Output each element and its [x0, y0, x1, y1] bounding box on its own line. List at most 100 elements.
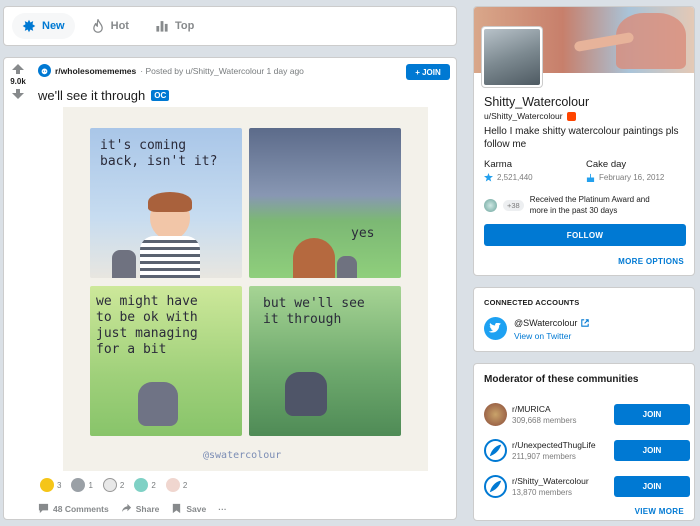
award-gold-icon	[40, 478, 54, 492]
save-button[interactable]: Save	[171, 503, 206, 514]
snoo-badge-icon	[566, 111, 576, 121]
moderator-card: Moderator of these communities r/MURICA …	[473, 363, 695, 521]
comic-panel-2: yes	[249, 128, 401, 278]
mod-community-members: 211,907 members	[512, 452, 576, 461]
comic-panel-4-text: but we'll see it through	[263, 296, 365, 327]
share-icon	[121, 503, 131, 513]
mod-community-name[interactable]: r/UnexpectedThugLife	[512, 440, 596, 450]
cakeday-value-text: February 16, 2012	[599, 173, 665, 182]
upvote-icon[interactable]	[12, 64, 24, 74]
comic-panel-3: we might have to be ok with just managin…	[90, 286, 242, 436]
connected-accounts-card: CONNECTED ACCOUNTS @SWatercolour View on…	[473, 287, 695, 352]
trophy-more-count: +38	[503, 199, 524, 211]
bar-chart-icon	[156, 21, 168, 32]
post-image[interactable]: it's coming back, isn't it? yes we might…	[63, 107, 428, 471]
profile-display-name: Shitty_Watercolour	[484, 95, 590, 109]
burst-icon	[22, 19, 36, 33]
award-5[interactable]: 2	[165, 478, 188, 492]
bookmark-icon	[173, 503, 181, 514]
profile-username-text: u/Shitty_Watercolour	[484, 111, 563, 121]
sort-bar: New Hot Top	[3, 6, 457, 46]
trophy-row[interactable]: +38 Received the Platinum Award and more…	[484, 194, 670, 216]
twitter-handle[interactable]: @SWatercolour	[514, 318, 590, 328]
view-on-twitter-link[interactable]: View on Twitter	[514, 331, 571, 341]
award-2[interactable]: 1	[71, 478, 93, 492]
mod-join-button[interactable]: JOIN	[614, 476, 690, 497]
shitty-watercolour-icon[interactable]	[484, 475, 507, 498]
cat-sitting	[138, 382, 178, 426]
profile-username: u/Shitty_Watercolour	[484, 111, 576, 121]
award-5-icon	[165, 478, 180, 492]
subreddit-link[interactable]: r/wholesomememes	[55, 66, 136, 76]
award-3[interactable]: 2	[102, 478, 125, 492]
comments-button[interactable]: 48 Comments	[38, 503, 109, 514]
comic-signature: @swatercolour	[203, 450, 282, 461]
mod-community-row: r/MURICA 309,668 members JOIN	[484, 400, 690, 430]
award-gold-count: 3	[57, 480, 62, 490]
connected-accounts-heading: CONNECTED ACCOUNTS	[484, 298, 580, 307]
view-more-button[interactable]: VIEW MORE	[635, 507, 684, 516]
award-4[interactable]: 2	[134, 478, 156, 492]
sort-new[interactable]: New	[12, 13, 75, 39]
mod-join-button[interactable]: JOIN	[614, 440, 690, 461]
cat-figure	[112, 250, 136, 278]
award-3-count: 2	[119, 480, 125, 490]
comic-panel-1-text: it's coming back, isn't it?	[100, 138, 218, 169]
post-meta: r/wholesomememes · Posted by u/Shitty_Wa…	[38, 64, 304, 77]
mod-community-name[interactable]: r/MURICA	[512, 404, 551, 414]
comic-panel-2-text: yes	[351, 226, 375, 241]
platinum-award-icon	[484, 198, 497, 212]
boy-shirt	[140, 236, 200, 278]
more-actions-button[interactable]: ···	[218, 504, 227, 514]
profile-bio: Hello I make shitty watercolour painting…	[484, 126, 679, 150]
subreddit-icon[interactable]	[38, 64, 51, 77]
comment-icon	[38, 503, 49, 514]
flame-icon	[92, 19, 103, 33]
save-label: Save	[186, 503, 207, 514]
join-subreddit-button[interactable]: + JOIN	[406, 64, 450, 80]
sort-hot[interactable]: Hot	[81, 13, 139, 39]
award-5-count: 2	[182, 480, 188, 490]
cat-back	[337, 256, 357, 278]
share-label: Share	[135, 503, 160, 514]
mod-community-row: r/UnexpectedThugLife 211,907 members JOI…	[484, 436, 690, 466]
mod-community-row: r/Shitty_Watercolour 13,870 members JOIN	[484, 472, 690, 502]
avatar-image	[484, 29, 540, 85]
twitter-icon[interactable]	[484, 317, 507, 340]
twitter-handle-text: @SWatercolour	[514, 318, 578, 328]
oc-flair: OC	[151, 90, 170, 101]
sort-top[interactable]: Top	[145, 13, 204, 39]
award-3-icon	[102, 478, 117, 492]
downvote-icon[interactable]	[12, 89, 24, 99]
post-title[interactable]: we'll see it through OC	[38, 88, 170, 103]
post-score: 9.0k	[10, 77, 26, 86]
awards-row[interactable]: 3 1 2 2 2	[40, 478, 187, 492]
karma-value: 2,521,440	[484, 173, 533, 182]
unexpectedthuglife-icon[interactable]	[484, 439, 507, 462]
share-button[interactable]: Share	[121, 503, 160, 514]
award-gold[interactable]: 3	[40, 478, 61, 492]
posted-by: · Posted by u/Shitty_Watercolour 1 day a…	[140, 65, 304, 76]
cakeday-label: Cake day	[586, 159, 627, 170]
karma-value-text: 2,521,440	[497, 173, 533, 182]
mod-community-name[interactable]: r/Shitty_Watercolour	[512, 476, 589, 486]
comic-panel-4: but we'll see it through	[249, 286, 401, 436]
more-options-button[interactable]: MORE OPTIONS	[618, 257, 684, 266]
post-title-text: we'll see it through	[38, 88, 146, 103]
award-2-count: 1	[88, 480, 93, 490]
award-4-icon	[134, 478, 149, 492]
murica-icon[interactable]	[484, 403, 507, 426]
mod-join-button[interactable]: JOIN	[614, 404, 690, 425]
sort-new-label: New	[42, 20, 65, 32]
avatar[interactable]	[482, 27, 542, 87]
vote-column: 9.0k	[4, 58, 32, 99]
boy-hair	[148, 192, 192, 212]
trophy-text: Received the Platinum Award and more in …	[529, 195, 650, 215]
award-4-count: 2	[151, 480, 156, 490]
follow-button[interactable]: FOLLOW	[484, 224, 686, 246]
post-card[interactable]: 9.0k r/wholesomememes · Posted by u/Shit…	[3, 57, 457, 520]
mod-community-members: 13,870 members	[512, 488, 573, 497]
comic-panel-3-text: we might have to be ok with just managin…	[96, 294, 198, 357]
sort-top-label: Top	[174, 20, 195, 32]
profile-card: Shitty_Watercolour u/Shitty_Watercolour …	[473, 6, 695, 276]
